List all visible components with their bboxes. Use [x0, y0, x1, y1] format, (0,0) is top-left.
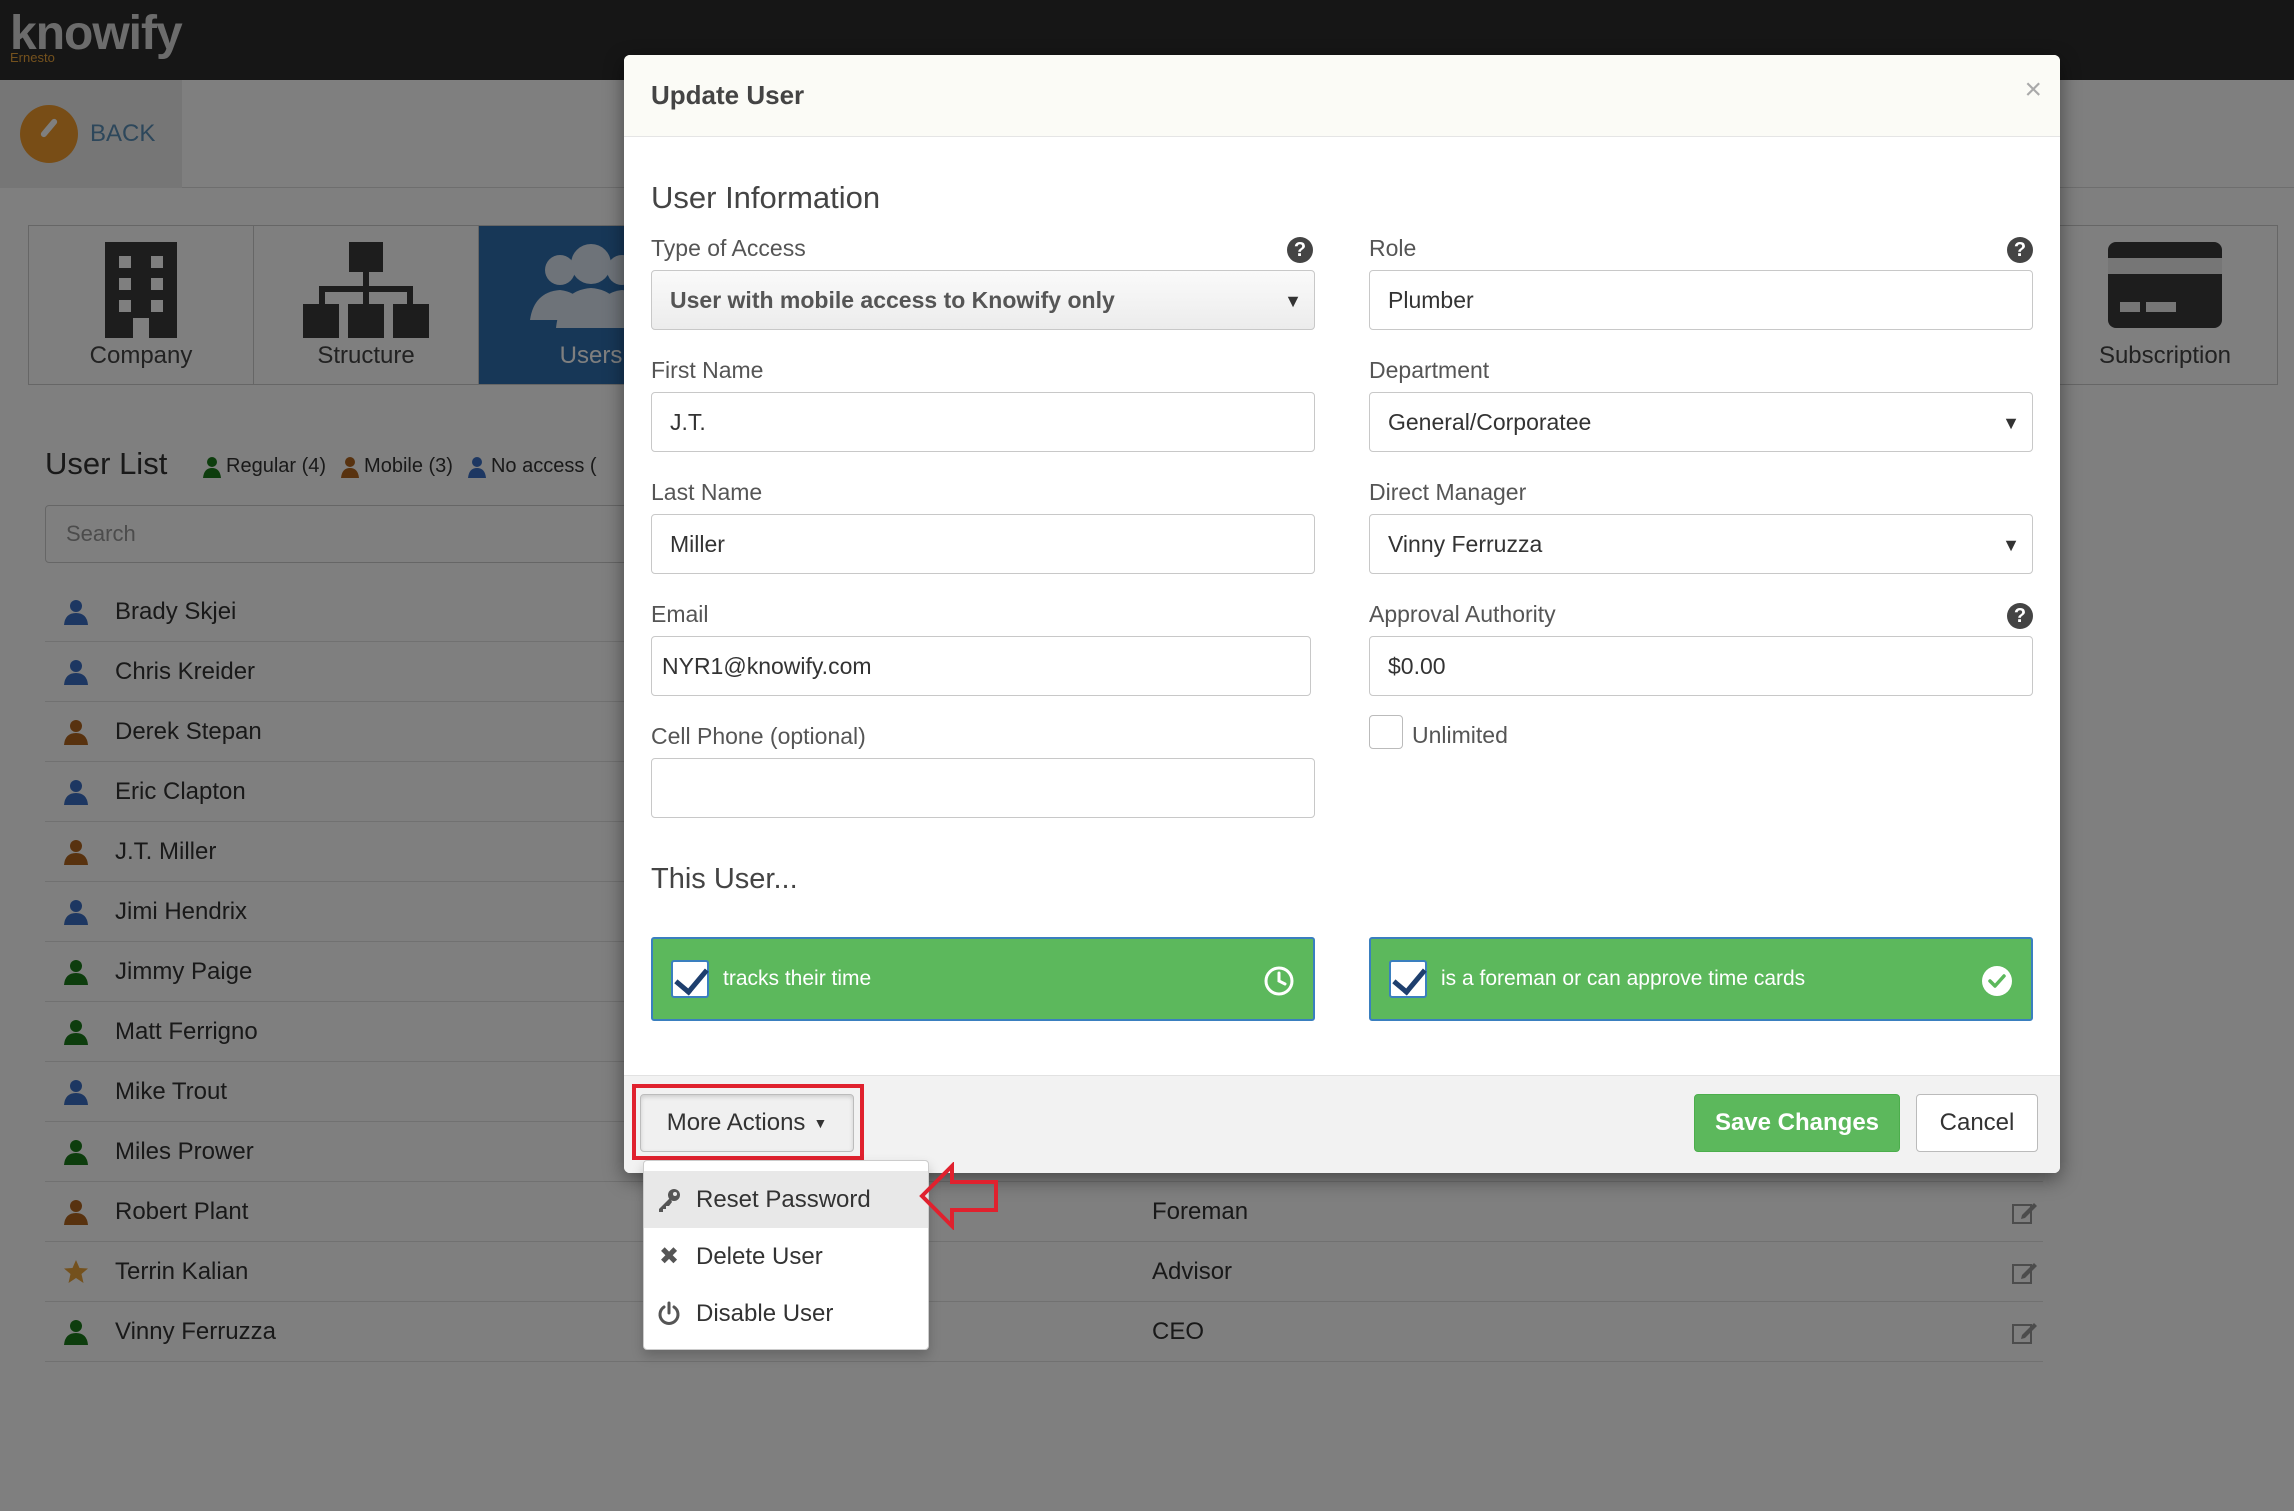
- last-name-input[interactable]: Miller: [651, 514, 1315, 574]
- foreman-label: is a foreman or can approve time cards: [1441, 967, 1806, 990]
- more-actions-button[interactable]: More Actions ▼: [640, 1094, 854, 1152]
- clock-icon: [1264, 966, 1294, 996]
- unlimited-label: Unlimited: [1412, 722, 1508, 748]
- role-input[interactable]: Plumber: [1369, 270, 2033, 330]
- menu-item-delete-user[interactable]: ✖ Delete User: [644, 1228, 928, 1285]
- caret-down-icon: ▼: [2002, 413, 2020, 433]
- close-icon[interactable]: ×: [2024, 73, 2042, 107]
- caret-down-icon: ▼: [2002, 535, 2020, 555]
- cell-phone-label: Cell Phone (optional): [651, 723, 866, 749]
- tracks-time-checkbox[interactable]: [671, 960, 709, 998]
- modal-header: Update User ×: [624, 55, 2060, 137]
- update-user-modal: Update User × User Information Type of A…: [624, 55, 2060, 1173]
- foreman-card[interactable]: is a foreman or can approve time cards: [1369, 937, 2033, 1021]
- help-icon[interactable]: ?: [2007, 237, 2033, 263]
- menu-item-reset-password[interactable]: Reset Password: [644, 1171, 928, 1228]
- caret-down-icon: ▼: [813, 1115, 828, 1131]
- modal-title: Update User: [651, 80, 805, 110]
- help-icon[interactable]: ?: [1287, 237, 1313, 263]
- modal-footer: More Actions ▼ Save Changes Cancel: [624, 1075, 2060, 1173]
- email-label: Email: [651, 601, 709, 627]
- approval-authority-label: Approval Authority: [1369, 601, 1556, 627]
- caret-down-icon: ▼: [1284, 291, 1302, 311]
- power-icon: [658, 1301, 680, 1325]
- email-input[interactable]: NYR1@knowify.com: [651, 636, 1311, 696]
- annotation-arrow-icon: [919, 1162, 998, 1230]
- department-label: Department: [1369, 357, 1490, 383]
- section-user-information: User Information: [651, 180, 881, 215]
- direct-manager-select[interactable]: Vinny Ferruzza ▼: [1369, 514, 2033, 574]
- unlimited-checkbox[interactable]: [1369, 715, 1403, 749]
- help-icon[interactable]: ?: [2007, 603, 2033, 629]
- type-of-access-select[interactable]: User with mobile access to Knowify only …: [651, 270, 1315, 330]
- foreman-checkbox[interactable]: [1389, 960, 1427, 998]
- last-name-label: Last Name: [651, 479, 763, 505]
- more-actions-menu: Reset Password ✖ Delete User Disable Use…: [643, 1160, 929, 1350]
- section-this-user: This User...: [651, 863, 798, 895]
- first-name-label: First Name: [651, 357, 764, 383]
- tracks-time-label: tracks their time: [723, 967, 872, 990]
- menu-item-label: Delete User: [696, 1242, 823, 1270]
- direct-manager-label: Direct Manager: [1369, 479, 1527, 505]
- menu-item-label: Disable User: [696, 1299, 834, 1327]
- type-of-access-label: Type of Access: [651, 235, 806, 261]
- x-icon: ✖: [658, 1243, 680, 1270]
- cancel-button[interactable]: Cancel: [1916, 1094, 2038, 1152]
- role-label: Role: [1369, 235, 1417, 261]
- tracks-time-card[interactable]: tracks their time: [651, 937, 1315, 1021]
- cell-phone-input[interactable]: [651, 758, 1315, 818]
- save-changes-button[interactable]: Save Changes: [1694, 1094, 1900, 1152]
- department-select[interactable]: General/Corporatee ▼: [1369, 392, 2033, 452]
- first-name-input[interactable]: J.T.: [651, 392, 1315, 452]
- menu-item-disable-user[interactable]: Disable User: [644, 1285, 928, 1342]
- menu-item-label: Reset Password: [696, 1185, 871, 1213]
- check-circle-icon: [1982, 966, 2012, 996]
- key-icon: [659, 1188, 680, 1212]
- approval-authority-input[interactable]: $0.00: [1369, 636, 2033, 696]
